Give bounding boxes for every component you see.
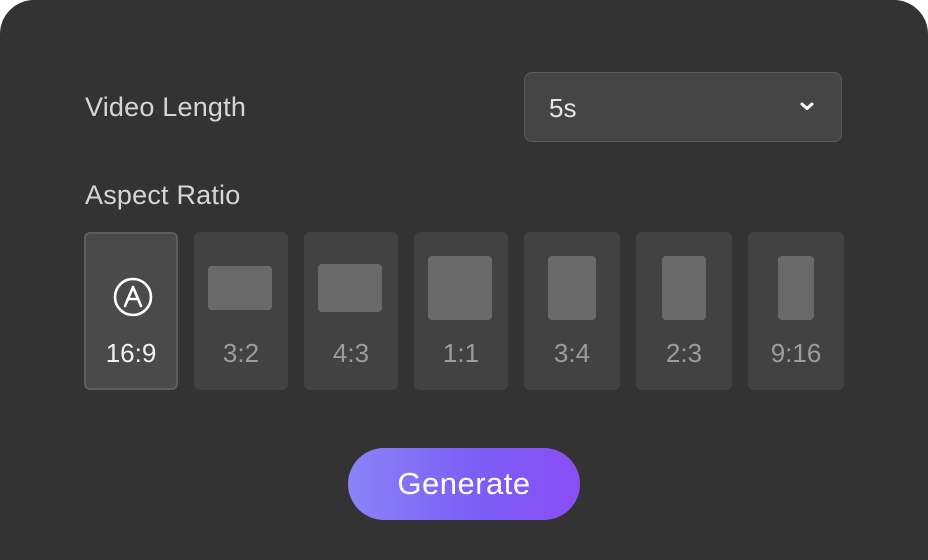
ratio-4-3-icon xyxy=(318,264,382,312)
aspect-option-label: 3:4 xyxy=(553,338,591,368)
video-length-dropdown[interactable]: 5s xyxy=(524,72,842,142)
aspect-option-3-4[interactable]: 3:4 xyxy=(524,232,620,390)
video-length-label: Video Length xyxy=(85,92,247,122)
chevron-down-icon xyxy=(800,102,814,110)
aspect-option-2-3[interactable]: 2:3 xyxy=(636,232,732,390)
ratio-3-4-icon xyxy=(548,256,596,320)
aspect-option-label: 9:16 xyxy=(770,338,822,368)
aspect-option-16-9[interactable]: 16:9 xyxy=(84,232,178,390)
ratio-9-16-icon xyxy=(778,256,814,320)
aspect-option-label: 1:1 xyxy=(442,338,480,368)
aspect-option-label: 2:3 xyxy=(665,338,703,368)
ratio-3-2-icon xyxy=(208,266,272,310)
aspect-option-9-16[interactable]: 9:16 xyxy=(748,232,844,390)
generate-button[interactable]: Generate xyxy=(348,448,580,520)
generation-settings-panel: Video Length 5s Aspect Ratio 16:9 3:2 4:… xyxy=(0,0,928,560)
aspect-option-label: 4:3 xyxy=(332,338,370,368)
ratio-1-1-icon xyxy=(428,256,492,320)
aspect-option-4-3[interactable]: 4:3 xyxy=(304,232,398,390)
aspect-option-3-2[interactable]: 3:2 xyxy=(194,232,288,390)
aspect-ratio-label: Aspect Ratio xyxy=(85,180,241,210)
ratio-2-3-icon xyxy=(662,256,706,320)
aspect-option-label: 16:9 xyxy=(105,338,157,368)
aspect-option-label: 3:2 xyxy=(222,338,260,368)
video-length-value: 5s xyxy=(549,93,577,123)
aspect-option-1-1[interactable]: 1:1 xyxy=(414,232,508,390)
auto-icon xyxy=(113,277,153,317)
